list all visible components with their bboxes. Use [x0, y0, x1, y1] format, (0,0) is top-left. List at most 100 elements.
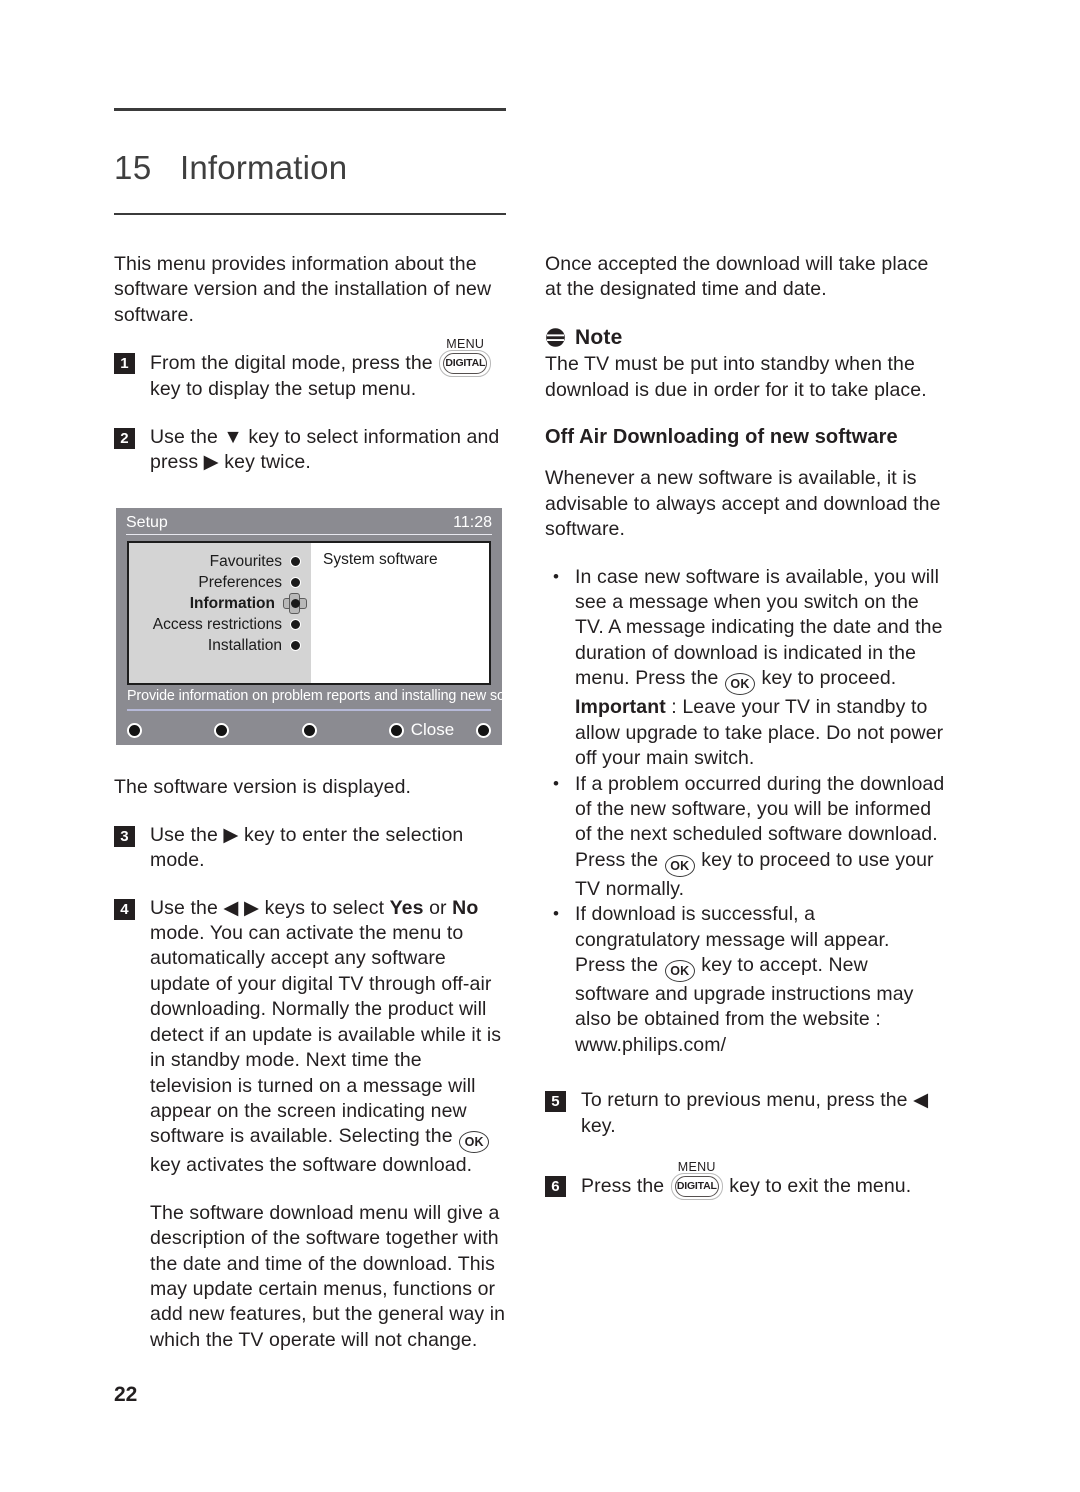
footer-dot-icon [127, 722, 142, 738]
step-6-text: Press the MENU DIGITAL key to exit the me… [581, 1160, 945, 1200]
osd-footer-slot-2[interactable] [214, 722, 301, 738]
document-page: 15 Information This menu provides inform… [0, 0, 1080, 1492]
step-4-part3: mode. You can activate the menu to autom… [150, 922, 502, 1148]
osd-help-text: Provide information on problem reports a… [127, 688, 544, 704]
osd-body: Favourites Preferences Information Acces… [127, 541, 491, 685]
bullet-dot-icon [290, 577, 301, 588]
note-icon [545, 327, 566, 348]
osd-header: Setup 11:28 [116, 508, 502, 538]
osd-item-favourites[interactable]: Favourites [129, 551, 311, 572]
osd-title: Setup [126, 514, 168, 531]
page-number: 22 [114, 1383, 138, 1406]
osd-footer-slot-5[interactable] [476, 722, 491, 738]
osd-item-installation[interactable]: Installation [129, 635, 311, 656]
step-2: 2 Use the ▼ key to select information an… [114, 425, 506, 476]
note-text: The TV must be put into standby when the… [545, 353, 927, 401]
chapter-title-row: 15 Information [114, 111, 506, 213]
ok-key-icon: OK [664, 959, 695, 982]
osd-item-access-restrictions[interactable]: Access restrictions [129, 614, 311, 635]
tv-osd-screenshot: Setup 11:28 Favourites Preferences Infor… [116, 508, 544, 745]
step-4-part1: Use the ◀ ▶ keys to select [150, 896, 390, 919]
bullet-dot-icon [290, 640, 301, 651]
footer-dot-icon [301, 722, 317, 738]
osd-item-label: Favourites [209, 552, 282, 570]
step-4-yes: Yes [389, 896, 424, 919]
osd-item-label: Information [189, 594, 275, 612]
list-item: If download is successful, a congratulat… [545, 901, 945, 1058]
footer-dot-icon [476, 722, 491, 738]
ok-key-icon: OK [724, 673, 755, 696]
step-6-text-before: Press the [581, 1174, 665, 1197]
bullet-dot-icon [290, 619, 301, 630]
step-number: 3 [114, 825, 135, 847]
osd-item-label: Preferences [198, 573, 282, 591]
step-1-text: From the digital mode, press the MENU DIG… [150, 337, 506, 402]
navpad-center-dot [290, 599, 300, 608]
digital-key-label: DIGITAL [443, 353, 488, 375]
chapter-heading: 15 Information [114, 108, 506, 215]
osd-item-information[interactable]: Information [129, 593, 311, 614]
ok-key-icon: OK [459, 1131, 490, 1154]
osd-footer-bar: Close [127, 718, 491, 742]
step-number: 5 [545, 1091, 566, 1113]
step-4-part4: key activates the software download. [150, 1154, 473, 1177]
osd-item-label: Access restrictions [152, 615, 282, 633]
osd-item-preferences[interactable]: Preferences [129, 572, 311, 593]
heading-rule-bottom [114, 213, 506, 215]
digital-key-icon: DIGITAL [439, 350, 492, 378]
ok-key-icon: OK [664, 854, 695, 877]
closing-paragraph: The software download menu will give a d… [150, 1201, 506, 1351]
chapter-number: 15 [114, 149, 152, 186]
step-4-text: Use the ◀ ▶ keys to select Yes or No mod… [150, 896, 506, 1179]
list-item: If a problem occurred during the downloa… [545, 771, 945, 903]
software-version-caption: The software version is displayed. [114, 776, 412, 799]
footer-dot-icon [214, 722, 230, 738]
osd-pane-text: System software [323, 551, 438, 568]
digital-key-icon: DIGITAL [670, 1172, 723, 1200]
step-number: 2 [114, 427, 135, 449]
intro-paragraph: This menu provides information about the… [114, 253, 492, 326]
left-column: This menu provides information about the… [114, 252, 506, 1375]
right-intro-paragraph: Once accepted the download will take pla… [545, 253, 929, 301]
closing-paragraph-block: The software download menu will give a d… [114, 1201, 506, 1353]
step-3: 3 Use the ▶ key to enter the selection m… [114, 823, 506, 874]
bullet-1-part2: key to proceed. [755, 667, 897, 690]
off-air-lead-paragraph: Whenever a new software is available, it… [545, 467, 941, 541]
note-title: Note [575, 325, 623, 349]
step-4: 4 Use the ◀ ▶ keys to select Yes or No m… [114, 896, 506, 1179]
digital-key-label: DIGITAL [674, 1175, 719, 1197]
step-number: 1 [114, 353, 135, 375]
digital-key-icon-wrap: MENU DIGITAL [438, 337, 492, 378]
osd-footer-slot-1[interactable] [127, 722, 214, 738]
list-item: In case new software is available, you w… [545, 564, 945, 772]
step-4-part2: or [423, 896, 453, 919]
step-1: 1 From the digital mode, press the MENU D… [114, 337, 506, 402]
right-column: Once accepted the download will take pla… [545, 252, 945, 1222]
digital-key-icon-wrap: MENU DIGITAL [670, 1160, 724, 1200]
navigation-pad-icon [283, 593, 307, 614]
bullet-1-important: Important [575, 696, 666, 719]
osd-item-label: Installation [207, 636, 282, 654]
step-2-text: Use the ▼ key to select information and … [150, 425, 500, 474]
bullet-dot-icon [290, 556, 301, 567]
section-subheading: Off Air Downloading of new software [545, 426, 898, 449]
step-6-text-after: key to exit the menu. [729, 1174, 912, 1197]
step-5: 5 To return to previous menu, press the … [545, 1088, 945, 1139]
step-number: 6 [545, 1175, 566, 1197]
step-4-no: No [452, 896, 479, 919]
osd-menu-list: Favourites Preferences Information Acces… [129, 543, 311, 683]
page-title: Information [180, 149, 348, 186]
step-number: 4 [114, 898, 135, 920]
osd-footer-slot-3[interactable] [301, 722, 389, 738]
footer-dot-icon [388, 722, 404, 738]
osd-clock: 11:28 [453, 514, 492, 531]
step-5-text: To return to previous menu, press the ◀ … [581, 1089, 929, 1137]
note-heading: Note [545, 325, 945, 350]
osd-detail-pane: System software [311, 543, 489, 683]
off-air-bullet-list: In case new software is available, you w… [545, 564, 945, 1059]
step-1-text-before: From the digital mode, press the [150, 352, 433, 375]
step-3-text: Use the ▶ key to enter the selection mod… [150, 823, 464, 872]
step-1-text-after: key to display the setup menu. [150, 378, 417, 401]
bullets-steps-spacer [545, 1058, 945, 1088]
osd-footer-close-button[interactable]: Close [388, 720, 476, 740]
